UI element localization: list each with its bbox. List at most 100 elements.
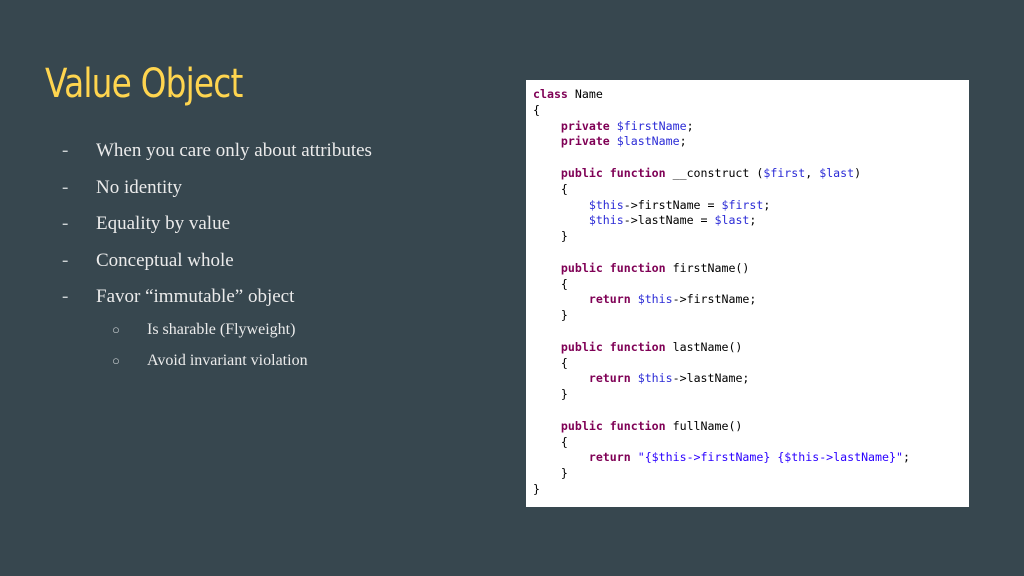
slide-title: Value Object (45, 61, 243, 107)
code-text: firstName() (665, 260, 750, 275)
bullet-marker: - (62, 213, 69, 234)
code-text: } (533, 308, 568, 323)
code-text: lastName() (665, 339, 743, 354)
code-text: ->lastName; (672, 371, 750, 386)
code-text: ->firstName = (623, 197, 722, 212)
code-text: fullName() (665, 418, 743, 433)
bullet-text: When you care only about attributes (96, 140, 372, 161)
code-text: { (533, 434, 568, 449)
code-line: } (533, 482, 969, 498)
code-text: ; (763, 197, 771, 212)
code-text: ; (679, 134, 687, 149)
code-line: class Name (533, 87, 969, 103)
code-text: ->lastName = (623, 213, 715, 228)
code-text: } (533, 387, 568, 402)
code-line: return $this->lastName; (533, 371, 969, 387)
code-keyword: class (533, 87, 568, 101)
circle-bullet-icon: ○ (112, 322, 120, 337)
code-text: Name (567, 87, 603, 101)
code-keyword: return (588, 450, 631, 465)
code-line: return $this->firstName; (533, 292, 969, 308)
code-variable: $this (588, 213, 624, 228)
code-line: public function firstName() (533, 261, 969, 277)
code-text: __construct ( (665, 165, 764, 180)
code-keyword: private (560, 118, 610, 133)
code-text: } (533, 229, 568, 244)
code-snippet-image: class Name{ private $firstName; private … (526, 80, 969, 507)
code-line: } (533, 229, 969, 245)
code-line: { (533, 103, 969, 119)
code-text: { (533, 355, 568, 370)
code-keyword: public function (560, 339, 666, 354)
code-line: { (533, 182, 969, 198)
bullet-marker: - (62, 140, 69, 161)
code-variable: $first (721, 197, 764, 212)
code-variable: $this (588, 197, 624, 212)
code-line: return "{$this->firstName} {$this->lastN… (533, 450, 969, 466)
code-variable: $first (763, 165, 806, 180)
code-line: } (533, 387, 969, 403)
bullet-text: Equality by value (96, 213, 231, 234)
bullet-text: Favor “immutable” object (96, 286, 295, 307)
code-keyword: public function (560, 260, 666, 275)
code-variable: $firstName (616, 118, 687, 133)
code-text: , (805, 165, 820, 180)
code-variable: $this (637, 371, 673, 386)
code-keyword: private (560, 134, 610, 149)
code-line: private $firstName; (533, 119, 969, 135)
code-variable: $last (714, 213, 750, 228)
code-variable: $lastName (616, 134, 680, 149)
bullet-marker: - (62, 176, 69, 198)
code-text: { (533, 276, 568, 291)
code-line: } (533, 466, 969, 482)
code-line: { (533, 356, 969, 372)
code-text: } (533, 466, 568, 481)
code-line: private $lastName; (533, 134, 969, 150)
code-text: ; (686, 118, 694, 133)
code-variable: $last (819, 165, 855, 180)
code-text: { (533, 102, 540, 117)
code-line: $this->firstName = $first; (533, 198, 969, 214)
sub-bullet-text: Is sharable (Flyweight) (147, 321, 296, 338)
code-line: } (533, 308, 969, 324)
code-text: ; (749, 213, 757, 228)
circle-bullet-icon: ○ (112, 353, 120, 368)
code-line: public function lastName() (533, 340, 969, 356)
code-keyword: return (588, 371, 631, 386)
code-text: { (533, 181, 568, 196)
bullet-text: No identity (96, 176, 183, 198)
code-text: ) (854, 165, 862, 180)
code-line: public function fullName() (533, 419, 969, 435)
code-line: { (533, 435, 969, 451)
sub-bullet-text: Avoid invariant violation (147, 352, 308, 369)
code-line: public function __construct ($first, $la… (533, 166, 969, 182)
code-text: ; (902, 450, 910, 465)
bullet-text: Conceptual whole (96, 249, 234, 271)
bullet-marker: - (62, 249, 69, 271)
code-text: ->firstName; (672, 292, 757, 307)
code-string: "{$this->firstName} {$this->lastName}" (637, 450, 903, 465)
code-variable: $this (637, 292, 673, 307)
code-line: { (533, 277, 969, 293)
code-keyword: public function (560, 165, 666, 180)
bullet-marker: - (62, 286, 69, 307)
code-keyword: public function (560, 418, 666, 433)
